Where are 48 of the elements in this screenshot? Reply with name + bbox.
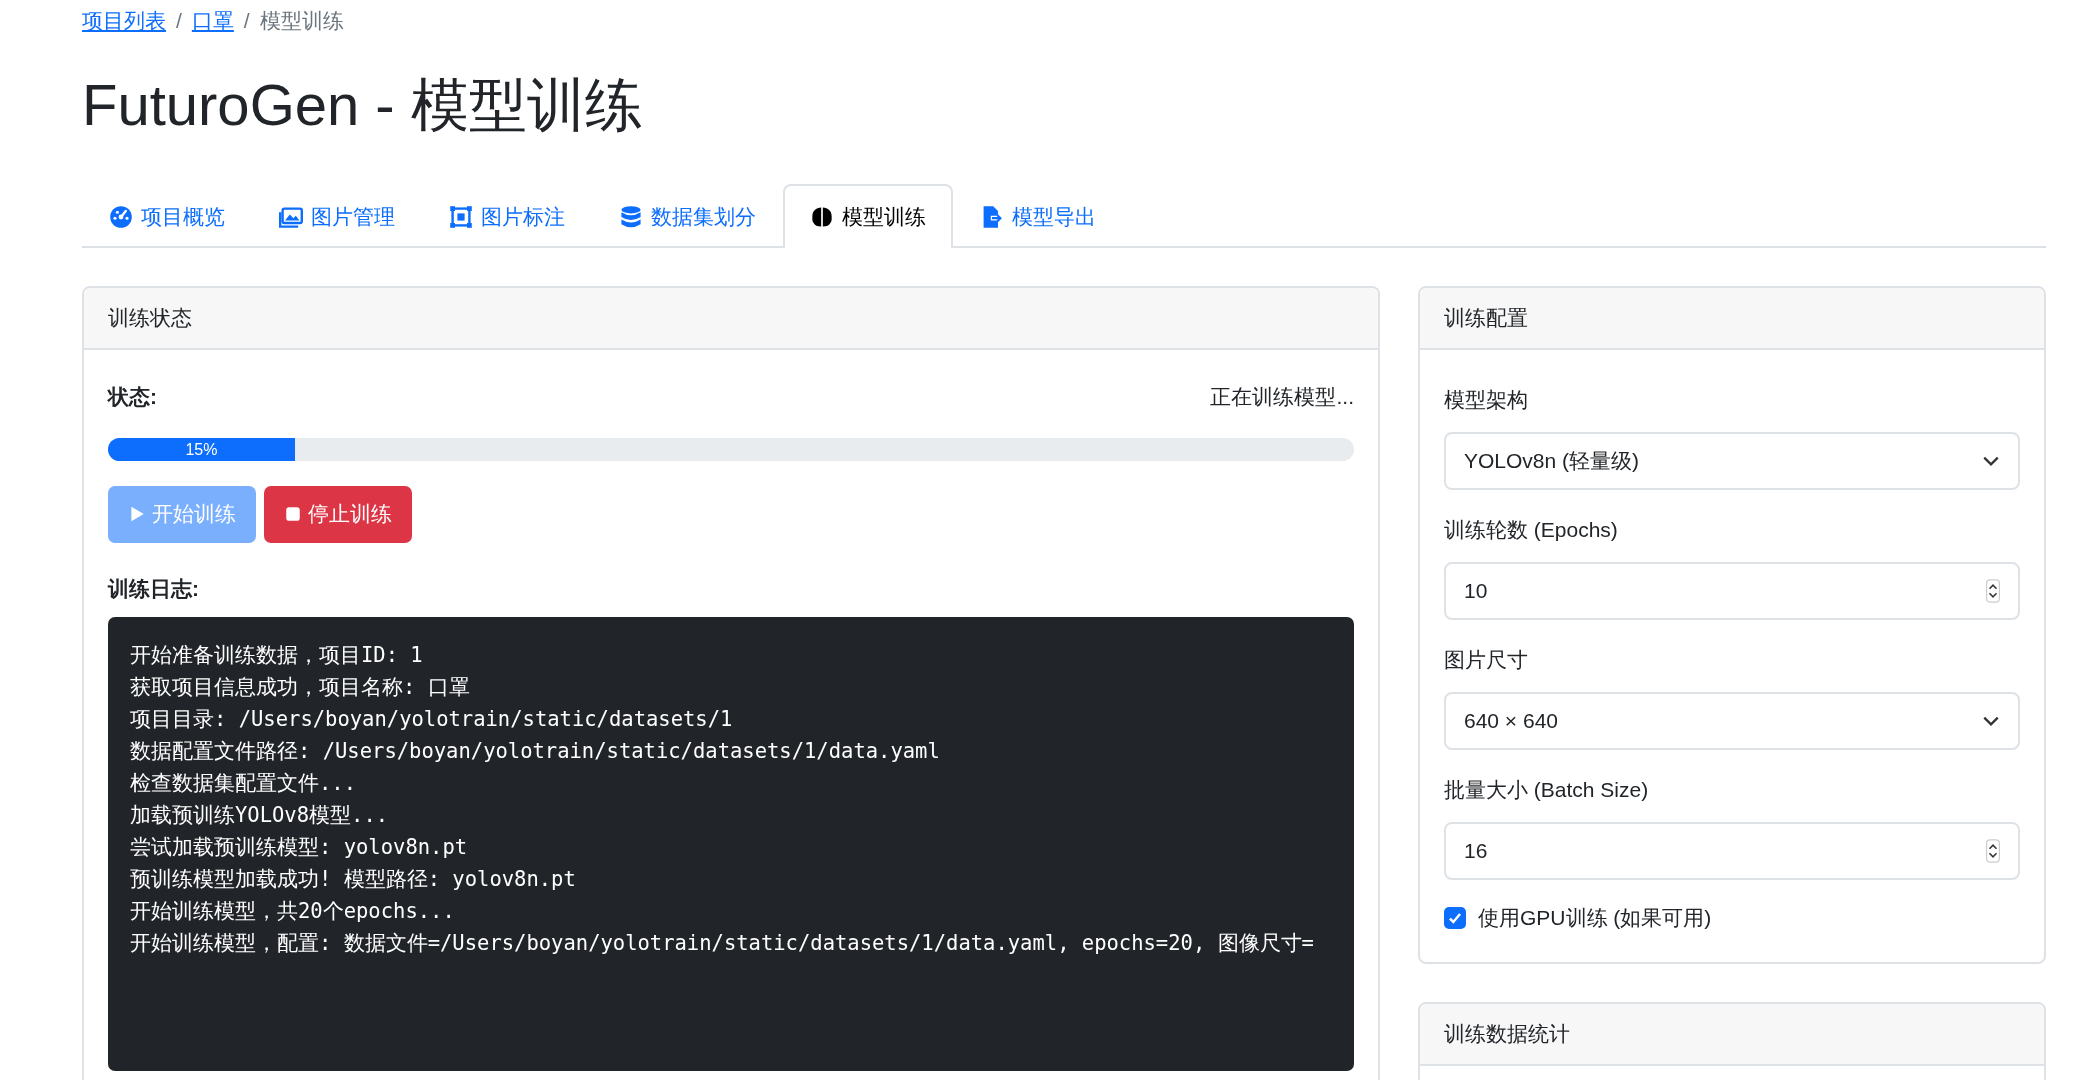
log-line: 数据配置文件路径: /Users/boyan/yolotrain/static/datasets/1/data.yaml xyxy=(130,737,941,765)
log-line: 尝试加载预训练模型: yolov8n.pt xyxy=(130,833,469,861)
nav-tab[interactable]: 模型导出 xyxy=(953,183,1123,248)
page-title: FuturoGen - 模型训练 xyxy=(82,71,644,139)
field-label: 训练轮数 (Epochs) xyxy=(1444,516,1619,543)
spinner-icon xyxy=(1986,578,2000,603)
log-line: 开始训练模型，配置: 数据文件=/Users/boyan/yolotrain/static/datasets/1/data.yaml, epochs=20, 图像尺寸= xyxy=(130,929,1315,957)
gauge-icon xyxy=(109,204,133,229)
nav-tab[interactable]: 项目概览 xyxy=(82,183,252,248)
card-header: 训练配置 xyxy=(1420,287,2044,350)
status-value: 正在训练模型... xyxy=(1210,383,1354,410)
bounding-box-icon xyxy=(449,204,473,229)
card-header: 训练状态 xyxy=(84,287,1378,350)
status-label: 状态: xyxy=(108,383,157,410)
log-line: 检查数据集配置文件... xyxy=(130,769,358,797)
number-input[interactable]: 10 xyxy=(1444,561,2020,620)
card-header: 训练数据统计 xyxy=(1420,1003,2044,1066)
log-line: 项目目录: /Users/boyan/yolotrain/static/datasets/1 xyxy=(130,705,734,733)
play-icon xyxy=(128,505,146,524)
log-line: 开始准备训练数据，项目ID: 1 xyxy=(130,641,424,669)
log-line: 预训练模型加载成功! 模型路径: yolov8n.pt xyxy=(130,865,577,893)
breadcrumb-separator: / xyxy=(243,9,250,33)
nav-tab[interactable]: 图片管理 xyxy=(252,183,422,248)
log-line: 开始训练模型，共20个epochs... xyxy=(130,897,456,925)
log-label: 训练日志: xyxy=(108,575,200,602)
field-label: 图片尺寸 xyxy=(1444,646,1529,673)
number-input[interactable]: 16 xyxy=(1444,821,2020,880)
stop-button[interactable]: 停止训练 xyxy=(264,485,412,543)
database-icon xyxy=(619,204,643,229)
image-icon xyxy=(279,204,303,229)
nav-tab[interactable]: 模型训练 xyxy=(783,183,953,248)
breadcrumb-separator: / xyxy=(176,9,182,33)
breadcrumb-link[interactable]: 口罩 xyxy=(191,7,234,35)
progress-fill: 15% xyxy=(108,437,295,461)
breadcrumb-link[interactable]: 项目列表 xyxy=(82,7,166,35)
stop-icon xyxy=(284,505,302,524)
nav-tab[interactable]: 图片标注 xyxy=(422,183,592,248)
breadcrumb-current: 模型训练 xyxy=(259,8,344,34)
log-line: 获取项目信息成功，项目名称: 口罩 xyxy=(130,673,471,701)
field-label: 模型架构 xyxy=(1444,386,1529,413)
log-line: 加载预训练YOLOv8模型... xyxy=(130,801,390,829)
nav-tab[interactable]: 数据集划分 xyxy=(592,183,783,248)
spinner-icon xyxy=(1986,838,2000,863)
select-field[interactable]: 640 × 640 xyxy=(1444,691,2020,750)
field-label: 批量大小 (Batch Size) xyxy=(1444,776,1650,803)
checkbox-label: 使用GPU训练 (如果可用) xyxy=(1478,904,1712,931)
select-field[interactable]: YOLOv8n (轻量级) xyxy=(1444,431,2020,490)
checkbox[interactable] xyxy=(1444,906,1466,929)
